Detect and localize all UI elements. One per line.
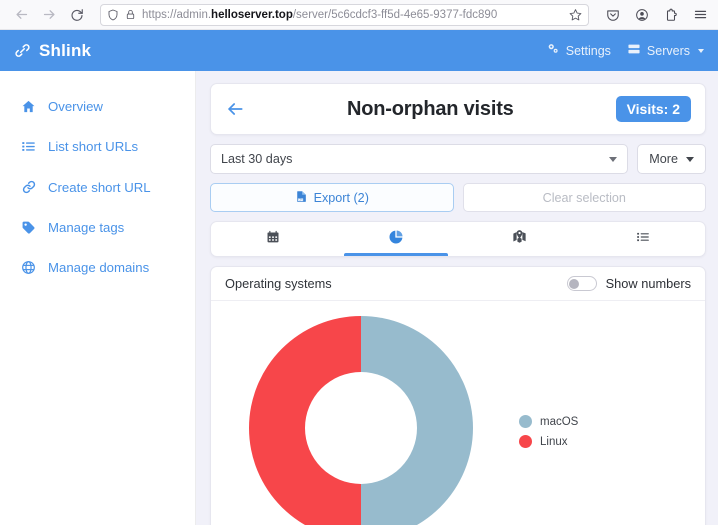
chevron-down-icon — [609, 156, 618, 162]
main-content: Non-orphan visits Visits: 2 Last 30 days… — [196, 71, 718, 525]
sidebar-item-label: Manage tags — [48, 220, 125, 235]
browser-reload-button[interactable] — [64, 3, 90, 27]
toggle-knob — [569, 278, 580, 289]
tag-icon — [20, 220, 37, 235]
app-header: Shlink Settings Servers — [0, 30, 718, 71]
visits-count-badge: Visits: 2 — [615, 96, 691, 122]
sidebar-item-label: List short URLs — [48, 139, 139, 154]
calendar-icon — [266, 230, 280, 249]
legend-item[interactable]: Linux — [519, 435, 705, 448]
browser-toolbar-icons — [599, 5, 710, 25]
tab-list[interactable] — [582, 222, 706, 256]
star-icon[interactable] — [569, 8, 582, 21]
chart-title: Operating systems — [225, 276, 332, 291]
operating-systems-card: Operating systems Show numbers macOS Lin… — [210, 266, 706, 525]
sidebar-item-manage-tags[interactable]: Manage tags — [0, 212, 195, 243]
doughnut-svg — [249, 316, 473, 525]
globe-icon — [20, 260, 37, 275]
address-bar[interactable]: https://admin.helloserver.top/server/5c6… — [100, 3, 589, 26]
app-header-actions: Settings Servers — [546, 42, 704, 59]
sidebar-item-manage-domains[interactable]: Manage domains — [0, 252, 195, 283]
account-icon[interactable] — [632, 5, 652, 25]
legend-color-swatch — [519, 435, 532, 448]
legend-label: macOS — [540, 415, 579, 428]
brand-label: Shlink — [39, 40, 92, 60]
link-chain-icon — [14, 42, 31, 59]
export-button[interactable]: CSV Export (2) — [210, 183, 454, 212]
pocket-icon[interactable] — [603, 5, 623, 25]
settings-label: Settings — [565, 43, 611, 58]
more-dropdown[interactable]: More — [637, 144, 706, 174]
back-arrow-icon[interactable] — [225, 99, 245, 119]
show-numbers-toggle[interactable] — [566, 276, 597, 291]
url-scheme: https://admin. — [142, 8, 212, 21]
tab-by-location[interactable] — [458, 222, 582, 256]
url-domain: helloserver.top — [211, 8, 293, 21]
link-icon — [20, 179, 37, 195]
lock-icon — [125, 9, 136, 20]
doughnut-slice[interactable] — [249, 316, 361, 525]
extensions-icon[interactable] — [661, 5, 681, 25]
shield-icon — [107, 9, 119, 21]
brand[interactable]: Shlink — [14, 41, 91, 61]
sidebar-item-label: Create short URL — [48, 179, 151, 195]
sidebar-item-list-short-urls[interactable]: List short URLs — [0, 131, 195, 162]
more-label: More — [649, 152, 678, 166]
chart-card-header: Operating systems Show numbers — [211, 267, 705, 301]
sidebar-item-create-short-url[interactable]: Create short URL — [0, 171, 195, 203]
date-range-select[interactable]: Last 30 days — [210, 144, 629, 174]
sidebar: Overview List short URLs Create short UR… — [0, 71, 196, 525]
page-body: Overview List short URLs Create short UR… — [0, 71, 718, 525]
visits-tabs — [210, 221, 706, 257]
tab-by-context[interactable] — [335, 222, 459, 256]
pie-chart-icon — [388, 229, 404, 250]
chart-body: macOS Linux — [211, 301, 705, 525]
chevron-down-icon — [698, 48, 704, 53]
legend-color-swatch — [519, 415, 532, 428]
clear-selection-button[interactable]: Clear selection — [462, 183, 706, 212]
filter-row: Last 30 days More — [210, 144, 706, 174]
svg-text:CSV: CSV — [298, 198, 303, 201]
servers-dropdown[interactable]: Servers — [627, 42, 704, 59]
browser-back-button[interactable] — [8, 3, 34, 27]
url-path: /server/5c6cdcf3-ff5d-4e65-9377-fdc890 — [292, 8, 498, 21]
legend-label: Linux — [540, 435, 568, 448]
sidebar-item-label: Overview — [48, 99, 103, 114]
doughnut-slice[interactable] — [361, 316, 473, 525]
chevron-down-icon — [686, 156, 694, 162]
csv-file-icon: CSV — [295, 190, 308, 206]
visits-header-card: Non-orphan visits Visits: 2 — [210, 83, 706, 135]
list-icon — [20, 139, 37, 154]
servers-label: Servers — [646, 43, 690, 58]
map-marker-icon — [512, 229, 527, 249]
date-range-value: Last 30 days — [221, 152, 293, 166]
page-title: Non-orphan visits — [346, 97, 514, 120]
settings-link[interactable]: Settings — [546, 42, 611, 59]
browser-forward-button[interactable] — [36, 3, 62, 27]
chart-legend: macOS Linux — [511, 315, 705, 455]
menu-icon[interactable] — [690, 5, 710, 25]
clear-selection-label: Clear selection — [542, 190, 626, 205]
gear-icon — [546, 42, 560, 59]
show-numbers-control: Show numbers — [566, 276, 691, 291]
show-numbers-label: Show numbers — [605, 276, 691, 291]
sidebar-item-label: Manage domains — [48, 260, 150, 275]
home-icon — [20, 99, 37, 114]
legend-item[interactable]: macOS — [519, 415, 705, 428]
doughnut-chart[interactable] — [211, 315, 511, 525]
sidebar-item-overview[interactable]: Overview — [0, 91, 195, 122]
browser-toolbar: https://admin.helloserver.top/server/5c6… — [0, 0, 718, 30]
server-icon — [627, 42, 641, 59]
url-text: https://admin.helloserver.top/server/5c6… — [142, 5, 563, 25]
export-label: Export (2) — [313, 190, 369, 205]
action-button-row: CSV Export (2) Clear selection — [210, 183, 706, 212]
list-icon — [636, 230, 650, 249]
tab-by-date[interactable] — [211, 222, 335, 256]
